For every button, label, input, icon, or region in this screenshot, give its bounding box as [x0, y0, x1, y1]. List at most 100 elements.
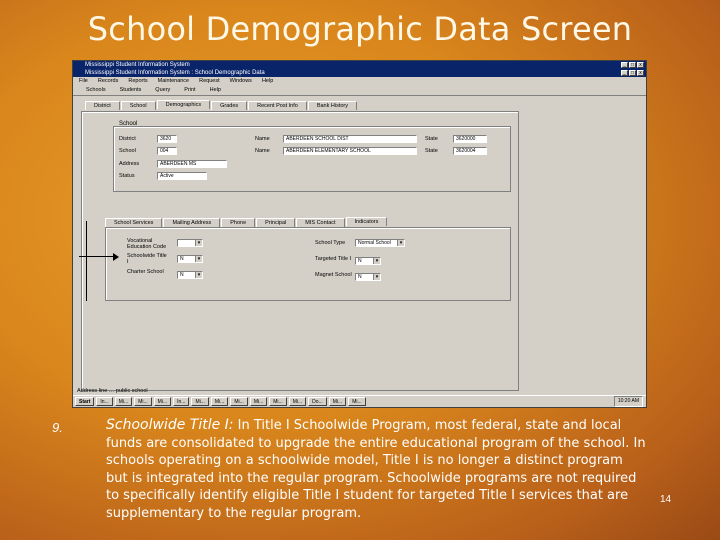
school-label: School	[119, 148, 136, 154]
school-number-field[interactable]: 004	[157, 147, 177, 155]
menu-file[interactable]: File	[79, 77, 88, 85]
toolbar-schools[interactable]: Schools	[83, 87, 109, 93]
targeted-title-i-value: N	[358, 258, 362, 264]
school-code-field[interactable]: 3620004	[453, 147, 487, 155]
district-code-field[interactable]: 3620000	[453, 135, 487, 143]
chevron-down-icon[interactable]: ▾	[373, 258, 380, 264]
tab-grades[interactable]: Grades	[211, 101, 248, 110]
taskbar-item[interactable]: Mi...	[191, 397, 209, 406]
taskbar-item[interactable]: Mi...	[269, 397, 287, 406]
school-type-combo[interactable]: Normal School ▾	[355, 239, 405, 247]
school-name-field[interactable]: ABERDEEN ELEMENTARY SCHOOL	[283, 147, 417, 155]
outer-title-bar: Mississippi Student Information System _…	[73, 61, 646, 69]
chevron-down-icon[interactable]: ▾	[195, 256, 202, 262]
school-code-label: State	[425, 148, 438, 154]
inner-window-title: Mississippi Student Information System :…	[85, 70, 265, 76]
bottom-tab-row: School Services Mailing Address Phone Pr…	[105, 217, 388, 227]
vocational-code-combo[interactable]: ▾	[177, 239, 203, 247]
targeted-title-i-combo[interactable]: N ▾	[355, 257, 381, 265]
item-description: Schoolwide Title I: In Title I Schoolwid…	[106, 417, 646, 522]
inner-window-controls: _ □ x	[621, 70, 644, 76]
district-code-label: State	[425, 136, 438, 142]
menu-windows[interactable]: Windows	[230, 77, 252, 85]
taskbar-item[interactable]: Mi...	[230, 397, 248, 406]
schoolwide-title-i-combo[interactable]: N ▾	[177, 255, 203, 263]
tab-mailing-address[interactable]: Mailing Address	[163, 218, 221, 227]
outer-window-controls: _ □ x	[621, 62, 644, 68]
charter-school-combo[interactable]: N ▾	[177, 271, 203, 279]
status-bar: Address line … public school	[77, 388, 148, 394]
schoolwide-title-i-value: N	[180, 256, 184, 262]
taskbar-item[interactable]: In...	[96, 397, 113, 406]
taskbar-item[interactable]: Mi...	[249, 397, 268, 406]
vocational-code-label: Vocational Education Code	[127, 238, 167, 250]
chevron-down-icon[interactable]: ▾	[195, 240, 202, 246]
inner-close-button[interactable]: x	[637, 70, 644, 76]
targeted-title-i-label: Targeted Title I	[315, 256, 352, 262]
minimize-button[interactable]: _	[621, 62, 628, 68]
menu-maintenance[interactable]: Maintenance	[158, 77, 190, 85]
toolbar-print[interactable]: Print	[181, 87, 198, 93]
tab-school[interactable]: School	[120, 101, 156, 110]
inner-title-bar: Mississippi Student Information System :…	[73, 69, 646, 77]
magnet-school-value: N	[358, 274, 362, 280]
tab-demographics[interactable]: Demographics	[156, 100, 211, 109]
schoolwide-title-i-label: Schoolwide Title I	[127, 253, 167, 265]
charter-school-label: Charter School	[127, 269, 164, 275]
chevron-down-icon[interactable]: ▾	[195, 272, 202, 278]
item-body-text: In Title I Schoolwide Program, most fede…	[106, 418, 646, 521]
menu-records[interactable]: Records	[98, 77, 118, 85]
item-heading: Schoolwide Title I:	[106, 417, 234, 433]
toolbar-help[interactable]: Help	[207, 87, 224, 93]
menu-reports[interactable]: Reports	[128, 77, 147, 85]
toolbar-query[interactable]: Query	[152, 87, 173, 93]
school-name-label: Name	[255, 148, 270, 154]
taskbar-item[interactable]: Mi...	[348, 397, 366, 406]
taskbar-item[interactable]: Mi...	[134, 397, 152, 406]
tab-school-services[interactable]: School Services	[105, 218, 163, 227]
taskbar-item[interactable]: Mi...	[153, 397, 172, 406]
inner-maximize-button[interactable]: □	[629, 70, 636, 76]
status-field[interactable]: Active	[157, 172, 207, 180]
school-type-value: Normal School	[358, 240, 391, 246]
district-label: District	[119, 136, 136, 142]
tab-phone[interactable]: Phone	[221, 218, 256, 227]
item-number: 9.	[52, 420, 63, 435]
inner-minimize-button[interactable]: _	[621, 70, 628, 76]
taskbar-item[interactable]: In...	[173, 397, 190, 406]
district-number-field[interactable]: 3620	[157, 135, 177, 143]
address-field[interactable]: ABERDEEN MS	[157, 160, 227, 168]
school-type-label: School Type	[315, 240, 346, 246]
windows-taskbar: Start In... Mi... Mi... Mi... In... Mi..…	[73, 395, 646, 407]
taskbar-item[interactable]: Do...	[308, 397, 327, 406]
arrow-right-icon	[113, 253, 119, 261]
tab-district[interactable]: District	[85, 101, 120, 110]
chevron-down-icon[interactable]: ▾	[373, 274, 380, 280]
start-button[interactable]: Start	[75, 397, 95, 406]
tab-indicators[interactable]: Indicators	[345, 217, 388, 226]
outer-window-title: Mississippi Student Information System	[85, 62, 190, 68]
close-button[interactable]: x	[637, 62, 644, 68]
toolbar: Schools Students Query Print Help	[73, 85, 646, 96]
magnet-school-combo[interactable]: N ▾	[355, 273, 381, 281]
annotation-bracket-line	[86, 221, 87, 301]
taskbar-item[interactable]: Mi...	[210, 397, 229, 406]
tab-mis-contact[interactable]: MIS Contact	[296, 218, 345, 227]
tab-recent-post-info[interactable]: Recent Post Info	[248, 101, 307, 110]
address-label: Address	[119, 161, 140, 167]
taskbar-item[interactable]: Mi...	[328, 397, 347, 406]
menu-request[interactable]: Request	[199, 77, 220, 85]
chevron-down-icon[interactable]: ▾	[397, 240, 404, 246]
maximize-button[interactable]: □	[629, 62, 636, 68]
taskbar-item[interactable]: Mi...	[288, 397, 307, 406]
slide-title: School Demographic Data Screen	[87, 10, 633, 48]
top-tab-row: District School Demographics Grades Rece…	[85, 100, 358, 110]
demographics-panel: District School Demographics Grades Rece…	[79, 100, 519, 391]
district-name-field[interactable]: ABERDEEN SCHOOL DIST	[283, 135, 417, 143]
tab-principal[interactable]: Principal	[256, 218, 296, 227]
taskbar-item[interactable]: Mi...	[114, 397, 133, 406]
menu-help[interactable]: Help	[262, 77, 273, 85]
tab-bank-history[interactable]: Bank History	[307, 101, 358, 110]
toolbar-students[interactable]: Students	[117, 87, 145, 93]
charter-school-value: N	[180, 272, 184, 278]
